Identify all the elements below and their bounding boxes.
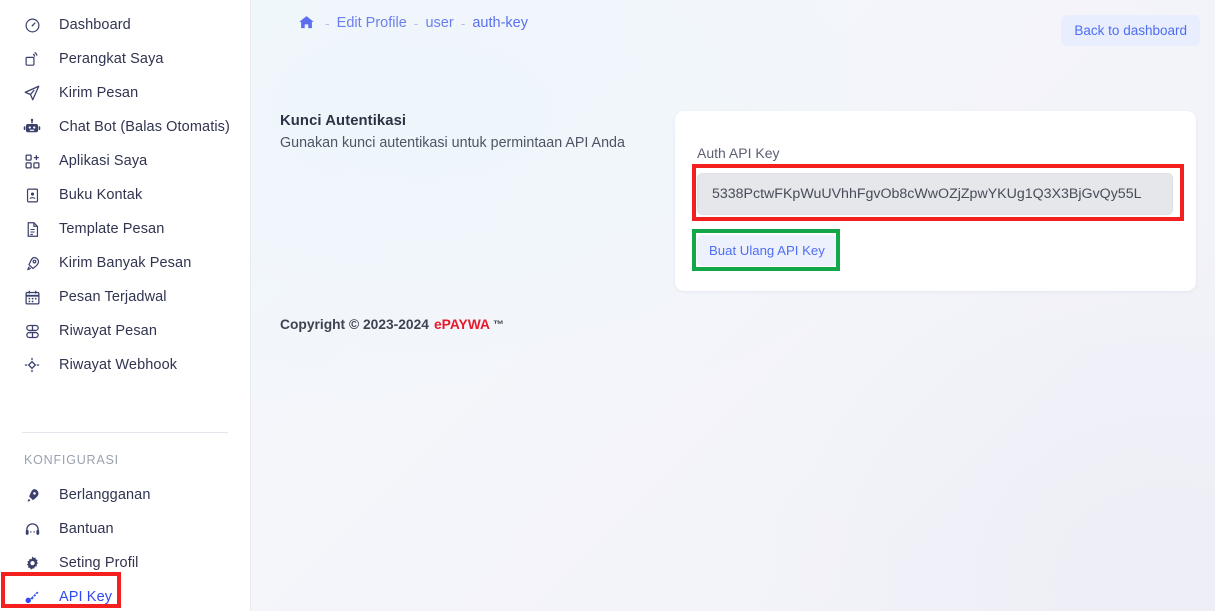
grid-plus-icon — [20, 150, 44, 172]
gauge-icon — [20, 14, 44, 36]
sidebar-item-chat-bot[interactable]: Chat Bot (Balas Otomatis) — [0, 110, 250, 144]
sidebar-item-dashboard[interactable]: Dashboard — [0, 8, 250, 42]
document-icon — [20, 218, 44, 240]
key-icon — [20, 586, 44, 608]
sidebar-item-template-pesan[interactable]: Template Pesan — [0, 212, 250, 246]
contact-book-icon — [20, 184, 44, 206]
breadcrumb-item-user[interactable]: user — [425, 15, 453, 31]
sidebar-nav-list: Dashboard Perangkat Saya Kirim Pesan Cha… — [0, 8, 250, 382]
sidebar-item-seting-profil[interactable]: Seting Profil — [0, 546, 251, 580]
trademark-symbol: ™ — [492, 318, 504, 331]
sidebar-item-api-key[interactable]: API Key — [0, 580, 251, 611]
sidebar-item-perangkat-saya[interactable]: Perangkat Saya — [0, 42, 250, 76]
api-key-card: Auth API Key Buat Ulang API Key — [675, 111, 1196, 291]
breadcrumb-separator: - — [413, 14, 419, 31]
sidebar-item-riwayat-webhook[interactable]: Riwayat Webhook — [0, 348, 250, 382]
sidebar: Dashboard Perangkat Saya Kirim Pesan Cha… — [0, 0, 251, 611]
sidebar-item-berlangganan[interactable]: Berlangganan — [0, 478, 251, 512]
rocket-icon — [20, 484, 44, 506]
sidebar-item-label: Riwayat Webhook — [59, 357, 178, 373]
api-key-input[interactable] — [697, 173, 1173, 215]
sidebar-item-label: Seting Profil — [59, 555, 139, 571]
sidebar-item-aplikasi-saya[interactable]: Aplikasi Saya — [0, 144, 250, 178]
sidebar-item-pesan-terjadwal[interactable]: Pesan Terjadwal — [0, 280, 250, 314]
sidebar-item-label: Perangkat Saya — [59, 51, 164, 67]
sidebar-item-bantuan[interactable]: Bantuan — [0, 512, 251, 546]
sidebar-item-kirim-banyak-pesan[interactable]: Kirim Banyak Pesan — [0, 246, 250, 280]
sidebar-item-label: API Key — [59, 589, 113, 605]
sidebar-item-label: Kirim Banyak Pesan — [59, 255, 192, 271]
sidebar-config-list: Berlangganan Bantuan Seting Profil API K… — [0, 478, 251, 611]
footer-copyright: Copyright © 2023-2024 ePAYWA ™ — [280, 317, 504, 332]
rocket-icon — [20, 252, 44, 274]
robot-icon — [20, 116, 44, 138]
sidebar-item-label: Buku Kontak — [59, 187, 143, 203]
sidebar-item-label: Aplikasi Saya — [59, 153, 148, 169]
sidebar-item-label: Pesan Terjadwal — [59, 289, 167, 305]
stacked-layers-icon — [20, 320, 44, 342]
breadcrumb-separator: - — [460, 14, 466, 31]
headset-icon — [20, 518, 44, 540]
sidebar-item-label: Kirim Pesan — [59, 85, 139, 101]
sidebar-item-label: Template Pesan — [59, 221, 165, 237]
breadcrumb-item-edit-profile[interactable]: Edit Profile — [337, 15, 407, 31]
device-signal-icon — [20, 48, 44, 70]
sidebar-item-label: Dashboard — [59, 17, 131, 33]
sidebar-section-heading: KONFIGURASI — [24, 453, 119, 467]
webhook-node-icon — [20, 354, 44, 376]
sidebar-item-label: Riwayat Pesan — [59, 323, 158, 339]
main-content: - Edit Profile - user - auth-key Back to… — [251, 0, 1215, 611]
home-icon[interactable] — [298, 14, 315, 31]
sidebar-item-buku-kontak[interactable]: Buku Kontak — [0, 178, 250, 212]
regenerate-api-key-button[interactable]: Buat Ulang API Key — [697, 235, 837, 266]
sidebar-divider — [22, 432, 228, 433]
sidebar-item-riwayat-pesan[interactable]: Riwayat Pesan — [0, 314, 250, 348]
section-header: Kunci Autentikasi Gunakan kunci autentik… — [280, 113, 625, 151]
back-to-dashboard-button[interactable]: Back to dashboard — [1061, 15, 1200, 46]
breadcrumb-item-auth-key[interactable]: auth-key — [472, 15, 528, 31]
gear-icon — [20, 552, 44, 574]
page-title: Kunci Autentikasi — [280, 113, 407, 129]
sidebar-item-kirim-pesan[interactable]: Kirim Pesan — [0, 76, 250, 110]
breadcrumb: - Edit Profile - user - auth-key — [298, 14, 528, 31]
sidebar-item-label: Berlangganan — [59, 487, 151, 503]
brand-name: ePAYWA — [433, 317, 490, 332]
api-key-label: Auth API Key — [697, 145, 780, 161]
breadcrumb-separator: - — [325, 14, 330, 31]
page-subtitle: Gunakan kunci autentikasi untuk perminta… — [280, 135, 625, 151]
copyright-text: Copyright © 2023-2024 — [280, 317, 429, 332]
calendar-icon — [20, 286, 44, 308]
paper-plane-icon — [20, 82, 44, 104]
sidebar-item-label: Bantuan — [59, 521, 114, 537]
sidebar-item-label: Chat Bot (Balas Otomatis) — [59, 119, 230, 135]
